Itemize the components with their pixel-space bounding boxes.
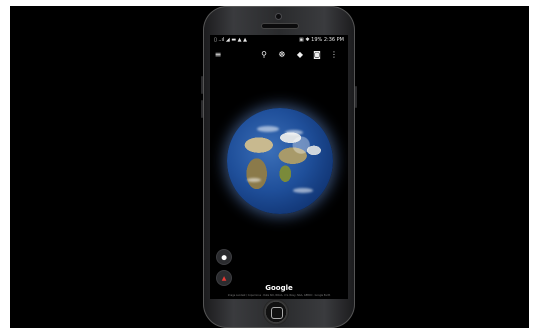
search-icon[interactable]: ⚲	[259, 50, 269, 60]
location-icon: ⬤	[221, 255, 227, 261]
home-button[interactable]	[263, 299, 289, 325]
volume-button	[201, 100, 203, 118]
map-attribution: Image Landsat / Copernicus · Data SIO, N…	[227, 294, 331, 297]
more-options-icon[interactable]: ⋮	[329, 50, 339, 60]
video-frame: ▯ ..ıl ◢ ▬ ▲ ▲ ▣ ✱ 19% 2:36 PM ≡ ⚲ ☸ ◆ ◙…	[10, 6, 529, 328]
random-dice-icon[interactable]: ◆	[295, 50, 305, 60]
phone-frame: ▯ ..ıl ◢ ▬ ▲ ▲ ▣ ✱ 19% 2:36 PM ≡ ⚲ ☸ ◆ ◙…	[201, 6, 357, 328]
google-logo: Google	[265, 284, 293, 292]
earpiece	[261, 23, 299, 29]
volume-button	[201, 76, 203, 94]
top-toolbar: ≡ ⚲ ☸ ◆ ◙ ⋮	[210, 48, 348, 62]
compass-icon: ▲	[221, 275, 227, 282]
home-square-icon	[271, 307, 283, 319]
status-right: ▣ ✱ 19% 2:36 PM	[299, 37, 344, 43]
earth-globe[interactable]	[227, 108, 333, 214]
voyager-icon[interactable]: ☸	[277, 50, 287, 60]
status-bar: ▯ ..ıl ◢ ▬ ▲ ▲ ▣ ✱ 19% 2:36 PM	[210, 35, 348, 45]
my-location-button[interactable]: ⬤	[217, 250, 231, 264]
status-left: ▯ ..ıl ◢ ▬ ▲ ▲	[214, 37, 247, 43]
compass-button[interactable]: ▲	[217, 271, 231, 285]
power-button	[355, 86, 357, 108]
camera-icon[interactable]: ◙	[312, 50, 322, 60]
front-camera	[275, 13, 282, 20]
app-screen: ▯ ..ıl ◢ ▬ ▲ ▲ ▣ ✱ 19% 2:36 PM ≡ ⚲ ☸ ◆ ◙…	[210, 35, 348, 299]
menu-icon[interactable]: ≡	[213, 50, 223, 60]
